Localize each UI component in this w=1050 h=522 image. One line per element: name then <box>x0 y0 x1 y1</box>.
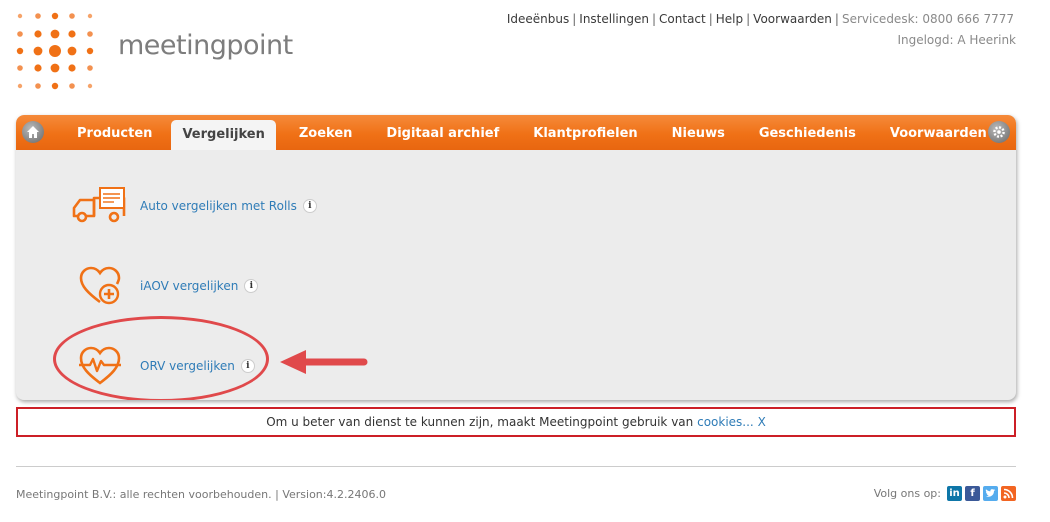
cookie-close-button[interactable]: X <box>758 415 766 429</box>
highlight-ellipse <box>53 316 269 400</box>
linkedin-icon[interactable]: in <box>947 486 962 501</box>
home-icon[interactable] <box>22 121 44 143</box>
logo-dots-icon <box>16 12 94 90</box>
footer-social: Volg ons op: in f <box>874 486 1016 501</box>
top-links: Ideeënbus | Instellingen | Contact | Help | Voor… <box>506 12 1014 26</box>
link-instellingen[interactable]: Instellingen <box>579 12 649 26</box>
main-nav: Producten Vergelijken Zoeken Digitaal ar… <box>16 115 1016 150</box>
info-icon[interactable]: i <box>244 279 259 293</box>
link-help[interactable]: Help <box>716 12 743 26</box>
footer-divider <box>16 466 1016 467</box>
compare-link-iaov[interactable]: iAOV vergelijken <box>140 279 238 293</box>
link-ideeenbus[interactable]: Ideeënbus <box>507 12 569 26</box>
nav-nieuws[interactable]: Nieuws <box>655 115 742 150</box>
nav-geschiedenis[interactable]: Geschiedenis <box>742 115 873 150</box>
cookies-link[interactable]: cookies... <box>697 415 754 429</box>
heart-plus-icon[interactable] <box>68 264 132 308</box>
follow-label: Volg ons op: <box>873 487 941 500</box>
twitter-icon[interactable] <box>983 486 998 501</box>
main-panel: Producten Vergelijken Zoeken Digitaal ar… <box>16 115 1016 400</box>
compare-link-auto[interactable]: Auto vergelijken met Rolls <box>140 199 297 213</box>
nav-digitaal-archief[interactable]: Digitaal archief <box>369 115 516 150</box>
nav-klantprofielen[interactable]: Klantprofielen <box>516 115 654 150</box>
logo-text: meetingpoint <box>118 30 293 61</box>
servicedesk-text: Servicedesk: 0800 666 7777 <box>841 12 1014 26</box>
facebook-icon[interactable]: f <box>965 486 980 501</box>
cookie-text: Om u beter van dienst te kunnen zijn, ma… <box>266 415 694 429</box>
nav-voorwaarden[interactable]: Voorwaarden <box>873 115 1004 150</box>
info-icon[interactable]: i <box>302 199 317 213</box>
nav-producten[interactable]: Producten <box>60 115 169 150</box>
nav-zoeken[interactable]: Zoeken <box>282 115 370 150</box>
truck-document-icon[interactable] <box>68 184 132 228</box>
nav-vergelijken[interactable]: Vergelijken <box>171 120 276 150</box>
footer-copyright: Meetingpoint B.V.: alle rechten voorbeho… <box>16 488 386 501</box>
rss-icon[interactable] <box>1001 486 1016 501</box>
arrow-left-icon <box>280 350 368 374</box>
compare-item-iaov: iAOV vergelijken i <box>68 261 259 311</box>
gear-icon[interactable] <box>988 121 1010 143</box>
cookie-notice: Om u beter van dienst te kunnen zijn, ma… <box>16 407 1016 437</box>
logged-in-user: Ingelogd: A Heerink <box>897 33 1016 47</box>
link-contact[interactable]: Contact <box>659 12 706 26</box>
link-voorwaarden[interactable]: Voorwaarden <box>753 12 832 26</box>
compare-item-auto: Auto vergelijken met Rolls i <box>68 181 317 231</box>
